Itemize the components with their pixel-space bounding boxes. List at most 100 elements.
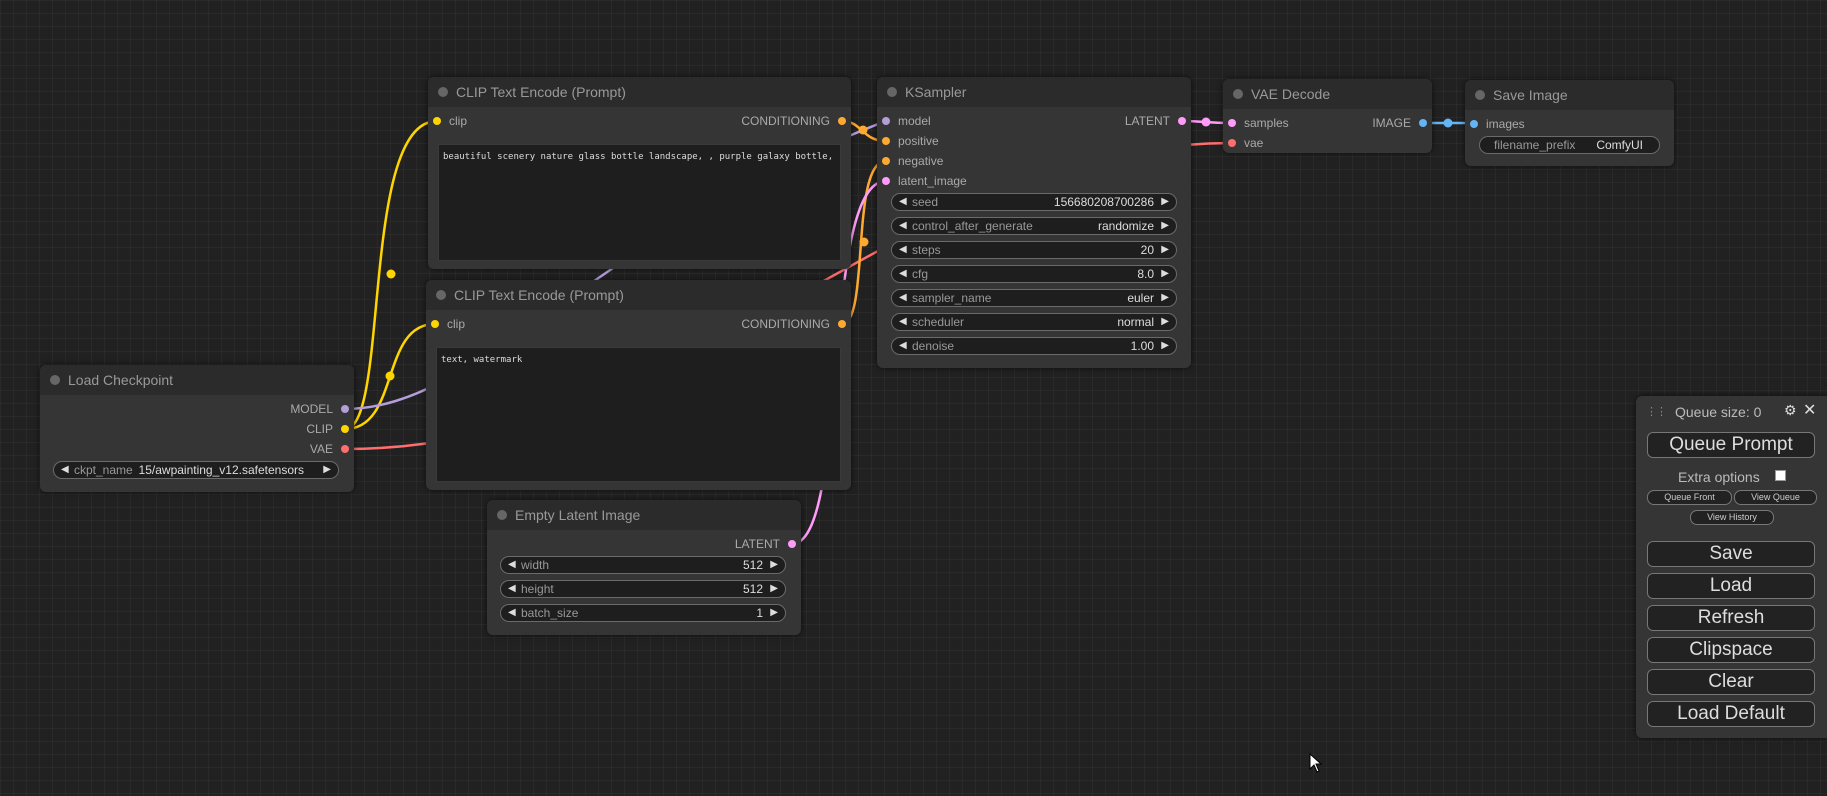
collapse-dot-icon[interactable] [1233,89,1243,99]
load-button[interactable]: Load [1647,573,1815,599]
save-image-node[interactable]: Save Image images filename_prefix ComfyU… [1465,80,1674,166]
clip-text-encode-negative-node[interactable]: CLIP Text Encode (Prompt) clip CONDITION… [426,280,851,490]
output-slot-latent[interactable]: LATENT [735,536,796,552]
slot-dot-icon[interactable] [882,177,890,185]
increment-arrow-icon[interactable]: ▶ [1161,314,1169,330]
clipspace-button[interactable]: Clipspace [1647,637,1815,663]
output-slot-vae[interactable]: VAE [310,441,349,457]
node-title-bar[interactable]: VAE Decode [1223,79,1432,109]
load-default-button[interactable]: Load Default [1647,701,1815,727]
decrement-arrow-icon[interactable]: ◀ [899,314,907,330]
empty-latent-image-node[interactable]: Empty Latent Image LATENT ◀ width 512 ▶ … [487,500,801,635]
widget-denoise[interactable]: ◀ denoise 1.00 ▶ [891,337,1177,355]
increment-arrow-icon[interactable]: ▶ [323,462,331,478]
input-slot-negative[interactable]: negative [882,153,943,169]
prompt-text-area[interactable]: text, watermark [436,347,841,482]
decrement-arrow-icon[interactable]: ◀ [899,338,907,354]
widget-width[interactable]: ◀ width 512 ▶ [500,556,786,574]
refresh-button[interactable]: Refresh [1647,605,1815,631]
node-title-bar[interactable]: KSampler [877,77,1191,107]
increment-arrow-icon[interactable]: ▶ [770,557,778,573]
collapse-dot-icon[interactable] [887,87,897,97]
slot-dot-icon[interactable] [1470,120,1478,128]
view-queue-button[interactable]: View Queue [1734,490,1817,505]
widget-batch-size[interactable]: ◀ batch_size 1 ▶ [500,604,786,622]
node-title-bar[interactable]: Load Checkpoint [40,365,354,395]
increment-arrow-icon[interactable]: ▶ [770,581,778,597]
input-slot-positive[interactable]: positive [882,133,939,149]
slot-dot-icon[interactable] [433,117,441,125]
widget-control-after-generate[interactable]: ◀ control_after_generate randomize ▶ [891,217,1177,235]
decrement-arrow-icon[interactable]: ◀ [899,242,907,258]
decrement-arrow-icon[interactable]: ◀ [899,194,907,210]
decrement-arrow-icon[interactable]: ◀ [899,218,907,234]
slot-dot-icon[interactable] [341,445,349,453]
decrement-arrow-icon[interactable]: ◀ [899,266,907,282]
clear-button[interactable]: Clear [1647,669,1815,695]
collapse-dot-icon[interactable] [438,87,448,97]
input-slot-clip[interactable]: clip [433,113,467,129]
collapse-dot-icon[interactable] [497,510,507,520]
widget-seed[interactable]: ◀ seed 156680208700286 ▶ [891,193,1177,211]
widget-height[interactable]: ◀ height 512 ▶ [500,580,786,598]
increment-arrow-icon[interactable]: ▶ [1161,194,1169,210]
clip-text-encode-positive-node[interactable]: CLIP Text Encode (Prompt) clip CONDITION… [428,77,851,269]
output-slot-image[interactable]: IMAGE [1372,115,1427,131]
increment-arrow-icon[interactable]: ▶ [770,605,778,621]
decrement-arrow-icon[interactable]: ◀ [508,581,516,597]
collapse-dot-icon[interactable] [436,290,446,300]
node-title-bar[interactable]: Save Image [1465,80,1674,110]
queue-front-button[interactable]: Queue Front [1647,490,1732,505]
save-button[interactable]: Save [1647,541,1815,567]
widget-steps[interactable]: ◀ steps 20 ▶ [891,241,1177,259]
slot-dot-icon[interactable] [838,117,846,125]
collapse-dot-icon[interactable] [1475,90,1485,100]
load-checkpoint-node[interactable]: Load Checkpoint MODEL CLIP VAE ◀ ckpt_na… [40,365,354,492]
slot-dot-icon[interactable] [882,117,890,125]
close-icon[interactable]: ✕ [1803,400,1816,420]
decrement-arrow-icon[interactable]: ◀ [508,605,516,621]
node-title-bar[interactable]: CLIP Text Encode (Prompt) [428,77,851,107]
decrement-arrow-icon[interactable]: ◀ [508,557,516,573]
slot-dot-icon[interactable] [1419,119,1427,127]
view-history-button[interactable]: View History [1690,510,1774,525]
slot-dot-icon[interactable] [431,320,439,328]
extra-options-checkbox[interactable] [1775,470,1786,481]
input-slot-clip[interactable]: clip [431,316,465,332]
drag-handle-icon[interactable]: ⋮⋮ [1646,405,1667,418]
slot-dot-icon[interactable] [838,320,846,328]
gear-icon[interactable]: ⚙ [1784,402,1797,419]
node-title-bar[interactable]: Empty Latent Image [487,500,801,530]
output-slot-latent[interactable]: LATENT [1125,113,1186,129]
slot-dot-icon[interactable] [1228,119,1236,127]
slot-dot-icon[interactable] [882,157,890,165]
queue-prompt-button[interactable]: Queue Prompt [1647,432,1815,458]
output-slot-model[interactable]: MODEL [290,401,349,417]
vae-decode-node[interactable]: VAE Decode samples vae IMAGE [1223,79,1432,153]
collapse-dot-icon[interactable] [50,375,60,385]
ksampler-node[interactable]: KSampler model positive negative latent_… [877,77,1191,368]
increment-arrow-icon[interactable]: ▶ [1161,218,1169,234]
decrement-arrow-icon[interactable]: ◀ [899,290,907,306]
slot-dot-icon[interactable] [1228,139,1236,147]
input-slot-model[interactable]: model [882,113,931,129]
output-slot-conditioning[interactable]: CONDITIONING [741,316,846,332]
widget-cfg[interactable]: ◀ cfg 8.0 ▶ [891,265,1177,283]
widget-sampler-name[interactable]: ◀ sampler_name euler ▶ [891,289,1177,307]
increment-arrow-icon[interactable]: ▶ [1161,290,1169,306]
input-slot-images[interactable]: images [1470,116,1525,132]
slot-dot-icon[interactable] [341,425,349,433]
slot-dot-icon[interactable] [341,405,349,413]
input-slot-samples[interactable]: samples [1228,115,1289,131]
output-slot-conditioning[interactable]: CONDITIONING [741,113,846,129]
prompt-text-area[interactable]: beautiful scenery nature glass bottle la… [438,144,841,261]
widget-ckpt-name[interactable]: ◀ ckpt_name 15/awpainting_v12.safetensor… [53,461,339,479]
slot-dot-icon[interactable] [882,137,890,145]
increment-arrow-icon[interactable]: ▶ [1161,266,1169,282]
node-title-bar[interactable]: CLIP Text Encode (Prompt) [426,280,851,310]
input-slot-latent-image[interactable]: latent_image [882,173,967,189]
widget-scheduler[interactable]: ◀ scheduler normal ▶ [891,313,1177,331]
input-slot-vae[interactable]: vae [1228,135,1263,151]
increment-arrow-icon[interactable]: ▶ [1161,338,1169,354]
output-slot-clip[interactable]: CLIP [306,421,349,437]
